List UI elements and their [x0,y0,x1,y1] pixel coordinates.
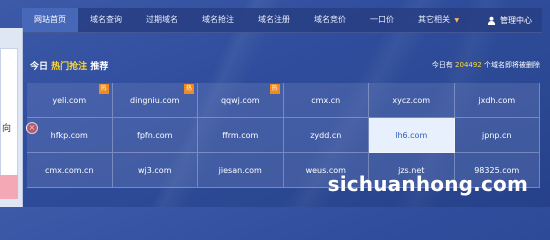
domain-cell[interactable]: jpnp.cn [454,118,540,153]
user-icon [487,16,496,25]
domain-cell[interactable]: xycz.com [369,83,455,118]
hot-badge: 热 [269,84,280,94]
section-title: 今日 热门抢注 推荐 [30,59,108,72]
domain-name: xycz.com [392,95,431,105]
nav-item-domain-snap[interactable]: 域名抢注 [190,8,246,32]
domain-cell[interactable]: qqwj.com 热 [198,83,284,118]
nav-item-fixed-price[interactable]: 一口价 [358,8,406,32]
top-nav: 网站首页 域名查询 过期域名 域名抢注 域名注册 域名竞价 一口价 其它相关 ▼… [22,8,542,33]
domain-cell[interactable]: cmx.cn [283,83,369,118]
domain-name: wj3.com [138,165,172,175]
domain-cell[interactable]: jxdh.com [454,83,540,118]
domain-cell[interactable]: wj3.com [112,153,198,188]
nav-item-domain-query[interactable]: 域名查询 [78,8,134,32]
admin-center-label: 管理中心 [500,15,532,25]
section-header: 今日 热门抢注 推荐 今日有 204492 个域名即将被删除 [30,59,540,73]
nav-item-more-label: 其它相关 [418,15,450,24]
nav-item-home[interactable]: 网站首页 [22,8,78,32]
domain-name: cmx.com.cn [44,165,94,175]
nav-item-domain-auction[interactable]: 域名竞价 [302,8,358,32]
title-hot: 热门抢注 [51,62,88,72]
domain-cell[interactable]: hfkp.com [27,118,113,153]
domain-cell[interactable]: jiesan.com [198,153,284,188]
chevron-down-icon: ▼ [454,17,460,24]
domain-cell[interactable]: yeli.com 热 [27,83,113,118]
domain-name: fpfn.com [137,130,173,140]
widget-bottom-image [0,175,18,199]
domain-name: jpnp.cn [482,130,512,140]
widget-char: 向 [2,124,12,134]
domain-name: yeli.com [52,95,87,105]
chat-widget-box: 向 会话 30 [0,48,18,197]
admin-center-link[interactable]: 管理中心 [477,15,542,26]
domain-name: qqwj.com [220,95,260,105]
domain-name: lh6.com [395,130,428,140]
nav-item-expired-domains[interactable]: 过期域名 [134,8,190,32]
count-prefix: 今日有 [431,61,453,69]
nav-item-domain-register[interactable]: 域名注册 [246,8,302,32]
domain-cell-selected[interactable]: lh6.com [369,118,455,153]
domain-name: jiesan.com [218,165,262,175]
hot-badge: 热 [184,84,194,94]
deletion-count-info: 今日有 204492 个域名即将被删除 [432,60,540,70]
domain-name: hfkp.com [50,130,88,140]
domain-cell[interactable]: cmx.com.cn [27,153,113,188]
domain-name: dingniu.com [130,95,180,105]
hot-badge: 热 [98,84,109,94]
count-value: 204492 [455,61,482,69]
nav-item-more[interactable]: 其它相关 ▼ [406,8,471,32]
domain-name: jxdh.com [478,95,516,105]
domain-cell[interactable]: fpfn.com [112,118,198,153]
left-side-widget[interactable]: 向 会话 30 [0,28,23,207]
domain-name: cmx.cn [311,95,341,105]
count-suffix: 个域名即将被删除 [484,61,540,69]
domain-name: zydd.cn [310,130,342,140]
domain-name: ffrm.com [222,130,259,140]
watermark-text: sichuanhong.com [327,172,528,196]
domain-cell[interactable]: dingniu.com 热 [112,83,198,118]
title-suffix: 推荐 [90,62,109,72]
title-prefix: 今日 [30,62,49,72]
domain-cell[interactable]: zydd.cn [283,118,369,153]
domain-cell[interactable]: ffrm.com [198,118,284,153]
